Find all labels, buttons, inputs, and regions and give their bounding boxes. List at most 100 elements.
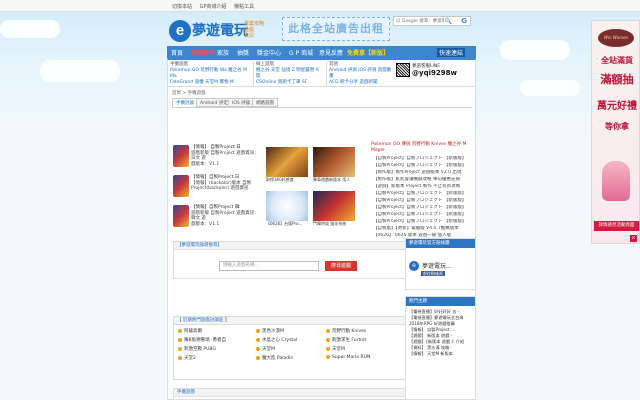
topic-link[interactable]: 2018年RPG 好遊戲推薦 [409,321,455,326]
picture-card[interactable]: 取得360好感度 [266,147,308,185]
news-line: Project(backolor) 遊戲資訊 [191,186,249,191]
game-link[interactable]: Super Mario RUN [326,355,370,360]
news-line: 遊戲新版 自製Project 遊戲資訊：韓文 遊 [191,210,259,222]
site-logo[interactable]: e 夢遊電玩 專業攻略 遊戲 資訊 [167,18,267,44]
nav-item-lottery[interactable]: 抽獎 [237,48,249,57]
topics-box: 熱門主題 【電視直播】好好好好 去 - 【電視直播】夢遊電玩全台灣 2018年R… [405,296,476,400]
forum-search-button[interactable]: 搜尋遊戲 [325,261,357,271]
hot-row[interactable]: 【製作版】貳貳會議機器攻略 事前優惠註冊 [373,177,473,182]
nav-item-home[interactable]: 首頁 [171,48,183,57]
qr-code-icon [396,63,410,77]
ad-ribbon[interactable]: 詳情請見活動頁面 [594,221,639,231]
picture-thumbnail [313,147,355,177]
forum-search-input[interactable]: 請輸入遊戲名稱... [219,261,319,271]
subnav-links[interactable]: Pokemon GO 荒野行動 Wa 魔之谷 M Ma [170,68,248,80]
tab-android[interactable]: Android 評定 [196,98,232,107]
news-text: 【情報】自製Project 韓 遊戲新版 自製Project 遊戲資訊：韓文 遊… [191,205,263,227]
tab-online[interactable]: 網路遊戲 [252,98,278,107]
news-thumbnail [173,175,189,197]
tab-ios[interactable]: IOS 評論 [228,98,255,107]
nav-item-prize-center[interactable]: 獎金中心 [257,48,281,57]
quick-link-dropdown[interactable]: 快速連結 [437,48,466,57]
box-title: 熱門主題 [406,297,475,306]
hot-head[interactable]: Pokemon GO 傳說 荒野行動 Knives 魔之谷 M Maple [371,142,475,154]
hot-row[interactable]: 【製作版】製作Project 遊戲版本 V2.0 出現 [373,170,473,175]
logo-mark-icon: e [169,20,191,42]
header-ad-banner[interactable]: 此格全站廣告出租 [282,17,390,41]
picture-thumbnail [266,191,308,221]
breadcrumb[interactable]: 首頁 > 手機遊戲 [172,90,206,96]
hot-row[interactable]: 【自製Project】自製プロジェクト 【新版版】 [373,163,473,168]
tab-mobile-discuss[interactable]: 手機討論 [172,98,198,107]
search-input[interactable] [394,17,444,25]
hot-row[interactable]: 【自製Project】自製プロジェクト 【新版版】 [373,156,473,161]
picture-caption: 【0626】台版Pro... [266,221,303,226]
fanpage-button[interactable]: 前往粉絲頁 [421,271,445,276]
subnav-online: 線上遊戲 楓之谷 天堂 仙境 Z 明星露營 R 開 CSOnline 跑跑卡丁車… [253,62,323,86]
ad-text: 萬元好禮 [597,101,637,112]
news-text: 【情報】自製Project 日 【情報】(backolor)版本 自製 Proj… [191,175,263,192]
topic-link[interactable]: 【情報】 天堂M 新版本 [409,351,453,356]
picture-caption: 取得360好感度 [266,177,294,182]
game-link[interactable]: 陳B魚德魯瑞 ·勇者自 [178,337,226,343]
game-link[interactable]: 阿龍高爾 [178,328,202,334]
top-link[interactable]: 賺點工具 [234,4,254,10]
topic-link[interactable]: 【遊戲】《新版本 遊戲 》介紹 [409,339,464,344]
nav-item-gp-mall[interactable]: G P 商城 [289,48,313,57]
hot-topics-list: Pokemon GO 傳說 荒野行動 Knives 魔之谷 M Maple 【自… [371,142,475,248]
game-link[interactable]: 天堂M [256,346,275,352]
line-id: @yqi9298w [412,69,457,77]
hot-row[interactable]: 【自製Project】自製プロジェクト 【新版版】 [373,219,473,224]
nav-item-family[interactable]: 家族 [217,48,229,57]
search-icon[interactable]: 🔍 [445,18,452,25]
nav-item-detail[interactable]: 詳細資料 [191,48,215,57]
subnav-links[interactable]: 楓之谷 天堂 仙境 Z 明星露營 R 開 [256,68,323,80]
side-advertisement[interactable]: Win Women 全站滿貨 滿額抽 萬元好禮 等你拿 詳情請見活動頁面 x [591,20,640,244]
nav-item-feedback[interactable]: 意見反應 [319,48,343,57]
subnav-links[interactable]: Android 評測 iOS 評測 遊戲動畫 [329,68,392,80]
picture-card[interactable]: 賽車遊戲新版本 用人 [313,147,355,185]
top-bar: 切換本站 GP商城介紹 賺點工具 [0,0,640,12]
top-link[interactable]: 切換本站 [172,4,192,10]
picture-card[interactable]: 鬥陣特攻 強化系統 [313,191,355,229]
game-link[interactable]: 刺激空戰 PUBG [178,346,216,352]
fanpage-logo-icon: e [409,261,419,271]
topic-link[interactable]: 【電視直播】夢遊電玩全台灣 [409,315,463,320]
news-thumbnail [173,205,189,227]
picture-grid: 取得360好感度 賽車遊戲新版本 用人 【0626】台版Pro... 鬥陣特攻 … [266,147,356,239]
google-icon[interactable]: G [461,17,467,25]
game-link[interactable]: 黑色沙漠M [256,328,284,334]
site-search: 🔍 G [393,16,471,26]
topic-link[interactable]: 【遊戲】 新版本 遊戲 - [409,333,452,338]
logo-tag: 資訊 [244,33,255,39]
topic-link[interactable]: 【資料】 黑沙漠 攻略 - [409,345,452,350]
game-link[interactable]: 刺激求生 Fortnit [326,337,366,343]
news-line: 遊戲新版 自製Project 遊戲資訊：日文 遊 [191,150,259,162]
topic-link[interactable]: 【電視直播】好好好好 去 - [409,309,459,314]
fanpage-name[interactable]: 夢遊電玩... [422,261,452,270]
top-link[interactable]: GP商城介紹 [200,4,227,10]
picture-caption: 鬥陣特攻 強化系統 [313,221,347,226]
hot-row[interactable]: 【自製Project】自製プロジェクト 【新版版】 [373,198,473,203]
hot-row[interactable]: 【自製版】【更新】電腦版 V4.0.7推薦版本 [373,226,473,231]
close-icon[interactable]: x [630,235,637,242]
game-link[interactable]: 水晶之心 Crystal [256,337,297,343]
nav-item-free[interactable]: 免費拿【新版】 [347,48,389,57]
hot-row[interactable]: 【自製Project】自製プロジェクト 【新版版】 [373,191,473,196]
cloud-decoration [0,20,60,38]
ad-text: 等你拿 [605,121,629,131]
game-link[interactable]: 天堂M [326,346,345,352]
hot-row[interactable]: 【遊戲】新版本 Project 製作 不止有新攻略 [373,184,473,189]
picture-card[interactable]: 【0626】台版Pro... [266,191,308,229]
top-links: 切換本站 GP商城介紹 賺點工具 [172,3,260,10]
picture-thumbnail [266,147,308,177]
game-link[interactable]: 荒野行動 Knives [326,328,366,334]
hot-row[interactable]: 【自製Project】自製プロジェクト 【新版版】 [373,212,473,217]
news-line: 戲版本：V1.1 [191,221,220,227]
cloud-decoration [40,60,120,82]
game-link[interactable]: 天堂2 [178,355,196,361]
game-link[interactable]: 魔大陸 Paladin [256,355,293,361]
hot-row[interactable]: 【自製Project】自製プロジェクト 【新版版】 [373,205,473,210]
facebook-box: 夢遊電玩官方粉絲團 e 夢遊電玩... 前往粉絲頁 [405,238,476,290]
topic-link[interactable]: 【情報】 自製Project ... [409,327,455,332]
